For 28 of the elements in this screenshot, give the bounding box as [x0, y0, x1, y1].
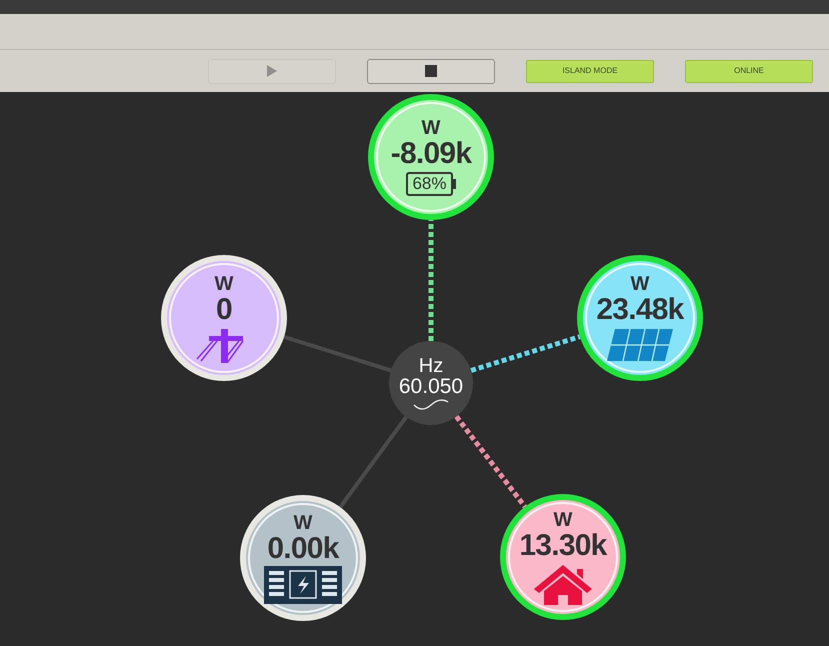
power-value: -8.09k	[390, 139, 472, 169]
device-node[interactable]: W 23.48k	[577, 255, 703, 381]
stop-button[interactable]	[367, 58, 495, 84]
hub-value: 60.050	[398, 376, 464, 396]
house-icon	[532, 562, 594, 604]
power-value: 23.48k	[596, 294, 684, 324]
hub-unit: Hz	[418, 356, 444, 376]
unit-label: W	[422, 118, 440, 138]
battery-tip-icon	[452, 179, 456, 189]
status-indicator: ONLINE	[685, 60, 813, 82]
battery-level: 68%	[406, 172, 452, 196]
device-node[interactable]: W 13.30k	[500, 494, 626, 620]
unit-label: W	[294, 512, 312, 532]
power-value: 13.30k	[519, 530, 607, 560]
sine-wave-icon	[412, 396, 450, 410]
power-value: 0	[216, 294, 232, 324]
unit-label: W	[214, 274, 234, 294]
generator-icon	[264, 566, 342, 604]
stop-icon	[425, 65, 437, 77]
device-node[interactable]: W 0.00k	[240, 495, 366, 621]
device-node[interactable]: W -8.09k 68%	[368, 94, 494, 220]
play-icon	[267, 65, 277, 77]
status-indicator: ISLAND MODE	[526, 60, 654, 82]
device-node[interactable]: W 0	[161, 255, 287, 381]
unit-label: W	[630, 274, 650, 294]
solar-panel-icon	[604, 326, 675, 362]
unit-label: W	[554, 510, 572, 530]
power-value: 0.00k	[267, 534, 339, 564]
